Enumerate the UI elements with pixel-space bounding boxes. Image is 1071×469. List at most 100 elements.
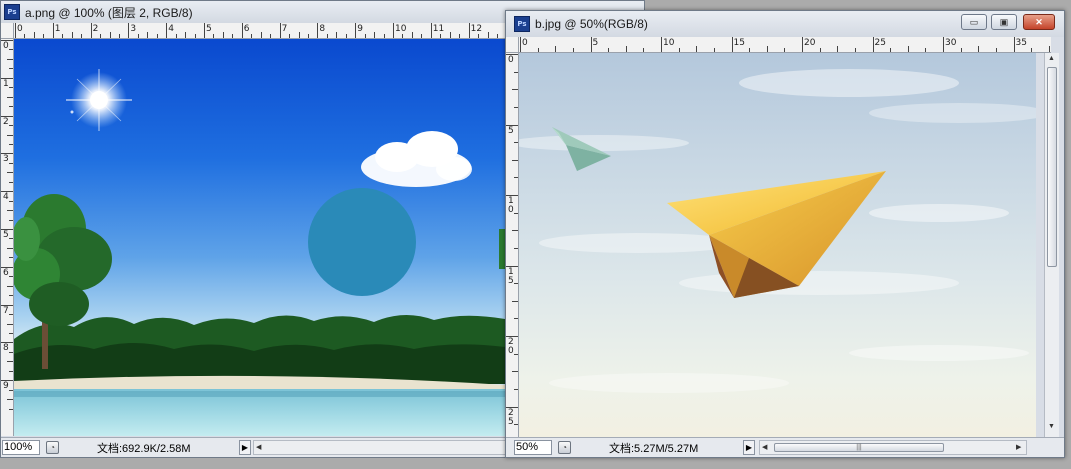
- ruler-minor-tick: [62, 34, 64, 38]
- ruler-minor-tick: [512, 89, 518, 91]
- close-button[interactable]: ✕: [1023, 14, 1055, 30]
- ruler-minor-tick: [1031, 48, 1033, 52]
- ruler-minor-tick: [326, 34, 328, 38]
- ruler-label: 5: [508, 125, 514, 136]
- ruler-minor-tick: [7, 323, 13, 325]
- ruler-corner[interactable]: [1, 23, 14, 39]
- ruler-minor-tick: [514, 212, 518, 214]
- ruler-label: 0: [522, 38, 528, 48]
- ruler-minor-tick: [7, 134, 13, 136]
- ruler-minor-tick: [185, 32, 187, 38]
- restore-button[interactable]: ▣: [991, 14, 1017, 30]
- ruler-minor-tick: [7, 247, 13, 249]
- ruler-minor-tick: [514, 388, 518, 390]
- ruler-minor-tick: [514, 318, 518, 320]
- status-menu-arrow-icon[interactable]: ▶: [239, 440, 251, 455]
- ruler-minor-tick: [109, 32, 111, 38]
- ruler-corner[interactable]: [506, 37, 519, 53]
- minimize-button[interactable]: ▭: [961, 14, 987, 30]
- ruler-minor-tick: [270, 34, 272, 38]
- ruler-minor-tick: [9, 49, 13, 51]
- ruler-label: 10: [395, 24, 407, 34]
- ruler-minor-tick: [514, 283, 518, 285]
- canvas-b[interactable]: [519, 53, 1036, 437]
- ruler-minor-tick: [7, 210, 13, 212]
- ruler-label: 4: [168, 24, 174, 34]
- ruler-minor-tick: [9, 162, 13, 164]
- ruler-minor-tick: [890, 48, 892, 52]
- scroll-right-icon[interactable]: ▶: [1016, 443, 1021, 451]
- ruler-minor-tick: [411, 32, 413, 38]
- document-window-b[interactable]: Ps b.jpg @ 50%(RGB/8) ▭ ▣ ✕ 0 5 10 15 20 25 30…: [505, 10, 1065, 458]
- ruler-major-tick: [1, 380, 13, 382]
- horizontal-ruler[interactable]: 0 1 2 3 4 5 6 7 8 9 10 11 12: [14, 23, 505, 39]
- ruler-label: 8: [319, 24, 326, 34]
- horizontal-ruler[interactable]: 0 5 10 15 20 25 30 35: [519, 37, 1051, 53]
- ruler-minor-tick: [713, 48, 715, 52]
- zoom-field[interactable]: 100%: [2, 440, 40, 455]
- ruler-minor-tick: [71, 32, 73, 38]
- canvas-a[interactable]: [14, 39, 505, 436]
- ruler-minor-tick: [118, 34, 120, 38]
- zoom-preview-icon[interactable]: ◔: [46, 441, 59, 454]
- ruler-minor-tick: [960, 48, 962, 52]
- window-b-titlebar[interactable]: Ps b.jpg @ 50%(RGB/8) ▭ ▣ ✕: [506, 11, 1064, 37]
- ruler-major-tick: [128, 23, 130, 38]
- ruler-major-tick: [90, 23, 92, 38]
- ruler-major-tick: [731, 37, 733, 52]
- ruler-label: 25: [874, 38, 886, 48]
- zoom-field[interactable]: 50%: [514, 440, 552, 455]
- vertical-scroll-thumb[interactable]: [1047, 67, 1057, 267]
- ruler-minor-tick: [925, 48, 927, 52]
- ruler-minor-tick: [421, 34, 423, 38]
- ruler-minor-tick: [7, 96, 13, 98]
- horizontal-scrollbar-b[interactable]: ◀ ||| ▶: [759, 440, 1027, 455]
- ruler-minor-tick: [43, 34, 45, 38]
- ruler-minor-tick: [222, 32, 224, 38]
- ruler-major-tick: [1, 342, 13, 344]
- ruler-minor-tick: [81, 34, 83, 38]
- ruler-minor-tick: [9, 143, 13, 145]
- status-menu-arrow-icon[interactable]: ▶: [743, 440, 755, 455]
- ruler-minor-tick: [9, 332, 13, 334]
- ruler-minor-tick: [572, 48, 574, 52]
- document-size-info: 文档:692.9K/2.58M: [97, 442, 191, 455]
- ruler-major-tick: [661, 37, 662, 52]
- ruler-major-tick: [52, 23, 54, 38]
- vertical-ruler[interactable]: 0123456789: [1, 39, 14, 436]
- zoom-preview-icon[interactable]: ◔: [558, 441, 571, 454]
- ruler-label: 3: [130, 24, 137, 34]
- ruler-minor-tick: [819, 48, 821, 52]
- ruler-minor-tick: [512, 371, 518, 373]
- ruler-minor-tick: [643, 48, 645, 52]
- scroll-down-icon[interactable]: ▼: [1048, 423, 1055, 430]
- scroll-left-icon[interactable]: ◀: [256, 443, 261, 451]
- ruler-label: 1: [54, 24, 61, 34]
- ruler-minor-tick: [307, 34, 309, 38]
- ruler-minor-tick: [449, 32, 451, 38]
- ruler-minor-tick: [9, 219, 13, 221]
- ruler-minor-tick: [9, 200, 13, 202]
- ruler-minor-tick: [251, 34, 253, 38]
- ruler-major-tick: [506, 124, 518, 126]
- ruler-minor-tick: [260, 32, 262, 38]
- ruler-minor-tick: [156, 34, 158, 38]
- scroll-left-icon[interactable]: ◀: [762, 443, 767, 451]
- ruler-label: 7: [281, 24, 288, 34]
- ruler-minor-tick: [537, 48, 539, 52]
- ruler-minor-tick: [7, 172, 13, 174]
- vertical-scrollbar-b[interactable]: ▲ ▼: [1044, 53, 1059, 437]
- ruler-minor-tick: [512, 159, 518, 161]
- horizontal-scroll-thumb[interactable]: |||: [774, 443, 944, 452]
- ruler-label: 15: [733, 38, 745, 48]
- sun: [66, 69, 132, 131]
- ruler-minor-tick: [9, 181, 13, 183]
- ruler-minor-tick: [24, 34, 26, 38]
- ruler-minor-tick: [784, 48, 786, 52]
- ruler-major-tick: [430, 23, 432, 38]
- ruler-major-tick: [590, 37, 592, 52]
- vertical-ruler[interactable]: 0 5 10 15 20 25: [506, 53, 519, 437]
- scroll-up-icon[interactable]: ▲: [1048, 55, 1055, 62]
- ruler-major-tick: [1013, 37, 1015, 52]
- ruler-minor-tick: [7, 399, 13, 401]
